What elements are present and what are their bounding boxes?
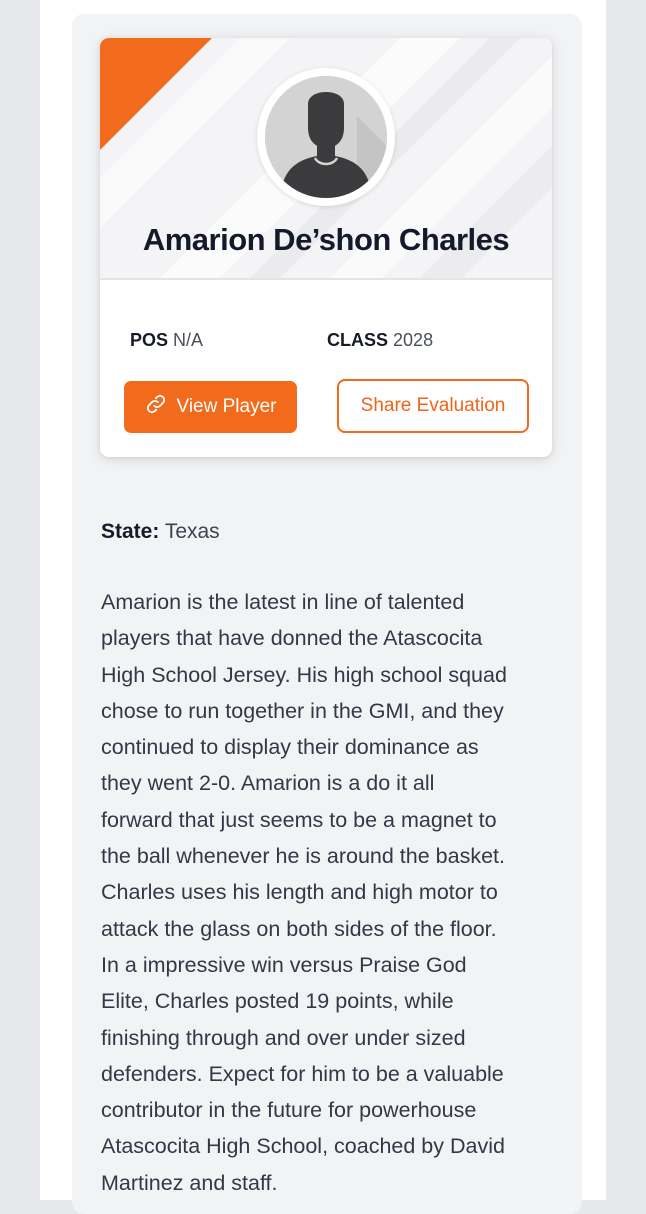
card-divider <box>100 278 552 280</box>
bio-line: Charles uses his length and high motor t… <box>101 880 498 905</box>
card-hero: Amarion De’shon Charles <box>100 38 552 278</box>
bio-line: contributor in the future for powerhouse <box>101 1098 477 1123</box>
bio-line: attack the glass on both sides of the fl… <box>101 916 497 941</box>
class-label: CLASS <box>327 330 389 350</box>
bio-line: Martinez and staff. <box>101 1170 278 1195</box>
bio-line: Atascocita High School, coached by David <box>101 1134 505 1159</box>
view-player-button[interactable]: View Player <box>124 381 297 433</box>
bio-line: chose to run together in the GMI, and th… <box>101 698 504 723</box>
bio-line: players that have donned the Atascocita <box>101 626 483 651</box>
player-name: Amarion De’shon Charles <box>142 222 510 257</box>
position-stat: POS N/A <box>130 330 203 351</box>
link-icon <box>145 393 167 421</box>
state-label: State: <box>101 520 160 543</box>
bio-line: they went 2-0. Amarion is a do it all <box>101 771 435 796</box>
bio-line: In a impressive win versus Praise God <box>101 952 467 977</box>
class-value: 2028 <box>393 330 434 350</box>
state-value: Texas <box>164 520 220 543</box>
bio-line: continued to display their dominance as <box>101 735 479 760</box>
avatar-silhouette-icon <box>265 76 387 198</box>
bio-line: Elite, Charles posted 19 points, while <box>101 989 454 1014</box>
position-value: N/A <box>173 330 204 350</box>
bio-line: the ball whenever he is around the baske… <box>101 844 505 869</box>
player-card: Amarion De’shon Charles POS N/A CLASS 20… <box>100 38 552 457</box>
position-label: POS <box>130 330 169 350</box>
bio-line: finishing through and over under sized <box>101 1025 466 1050</box>
bio-line: High School Jersey. His high school squa… <box>101 662 507 687</box>
bio-line: forward that just seems to be a magnet t… <box>101 807 497 832</box>
view-player-label: View Player <box>176 396 277 417</box>
share-evaluation-button[interactable]: Share Evaluation <box>337 379 529 433</box>
player-bio: Amarion is the latest in line of talente… <box>101 584 571 1201</box>
share-evaluation-label: Share Evaluation <box>360 395 506 416</box>
bio-line: Amarion is the latest in line of talente… <box>101 590 465 614</box>
state-field: State: Texas <box>101 520 220 544</box>
bio-line: defenders. Expect for him to be a valuab… <box>101 1061 504 1086</box>
class-stat: CLASS 2028 <box>327 330 433 351</box>
avatar <box>257 68 395 206</box>
